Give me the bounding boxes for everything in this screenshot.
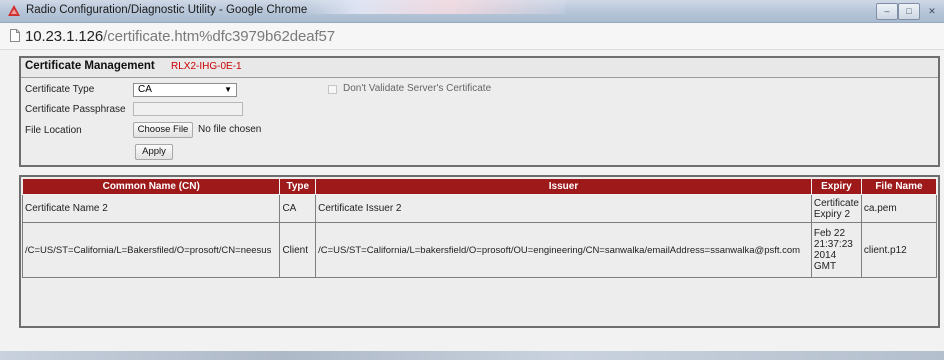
- column-header-file-name: File Name: [860, 178, 938, 195]
- column-header-issuer: Issuer: [315, 178, 812, 195]
- cell-expiry: Certificate Expiry 2: [810, 194, 862, 223]
- dont-validate-label: Don't Validate Server's Certificate: [343, 83, 492, 94]
- window-title: Radio Configuration/Diagnostic Utility -…: [26, 4, 308, 16]
- cell-issuer: /C=US/ST=California/L=bakersfield/O=pros…: [315, 222, 812, 278]
- cell-type: Client: [279, 222, 317, 278]
- cell-file-name: client.p12: [860, 222, 938, 278]
- file-location-label: File Location: [25, 125, 82, 136]
- prosoft-logo-icon: [8, 5, 20, 16]
- no-file-chosen-text: No file chosen: [198, 124, 262, 135]
- cell-type: CA: [279, 194, 317, 223]
- page-content: Certificate Management RLX2-IHG-0E-1 Cer…: [0, 50, 944, 360]
- certificate-type-select[interactable]: CA ▼: [133, 83, 237, 97]
- taskbar-strip: [0, 351, 944, 360]
- url-path: /certificate.htm%dfc3979b62deaf57: [103, 28, 336, 45]
- close-button[interactable]: ✕: [920, 3, 944, 20]
- address-bar[interactable]: 10.23.1.126/certificate.htm%dfc3979b62de…: [0, 23, 944, 50]
- chevron-down-icon: ▼: [224, 85, 232, 94]
- certificate-table-frame: Common Name (CN) Type Issuer Expiry File…: [19, 175, 940, 328]
- cell-issuer: Certificate Issuer 2: [315, 194, 812, 223]
- table-row[interactable]: Certificate Name 2 CA Certificate Issuer…: [21, 194, 938, 223]
- title-banner-graphic: [305, 0, 565, 14]
- panel-header: Certificate Management RLX2-IHG-0E-1: [21, 58, 938, 78]
- maximize-button[interactable]: □: [898, 3, 920, 20]
- cell-file-name: ca.pem: [860, 194, 938, 223]
- cell-expiry: Feb 22 21:37:23 2014 GMT: [810, 222, 862, 278]
- column-header-type: Type: [279, 178, 317, 195]
- choose-file-button[interactable]: Choose File: [133, 122, 193, 138]
- certificate-passphrase-input[interactable]: [133, 102, 243, 116]
- certificate-type-value: CA: [138, 84, 152, 95]
- minimize-button[interactable]: –: [876, 3, 898, 20]
- certificate-management-panel: Certificate Management RLX2-IHG-0E-1 Cer…: [19, 56, 940, 167]
- cell-common-name: /C=US/ST=California/L=Bakersfiled/O=pros…: [21, 222, 281, 278]
- certificate-passphrase-label: Certificate Passphrase: [25, 104, 126, 115]
- table-header-row: Common Name (CN) Type Issuer Expiry File…: [21, 178, 938, 195]
- cell-common-name: Certificate Name 2: [21, 194, 281, 223]
- page-icon: [10, 29, 20, 42]
- apply-button[interactable]: Apply: [135, 144, 173, 160]
- column-header-common-name: Common Name (CN): [21, 178, 281, 195]
- url-text[interactable]: 10.23.1.126/certificate.htm%dfc3979b62de…: [25, 28, 335, 45]
- column-header-expiry: Expiry: [810, 178, 862, 195]
- dont-validate-checkbox[interactable]: [328, 85, 337, 94]
- certificate-table: Common Name (CN) Type Issuer Expiry File…: [21, 178, 938, 278]
- window-title-bar: Radio Configuration/Diagnostic Utility -…: [0, 0, 944, 23]
- table-row[interactable]: /C=US/ST=California/L=Bakersfiled/O=pros…: [21, 222, 938, 278]
- panel-title: Certificate Management: [25, 60, 155, 72]
- certificate-type-label: Certificate Type: [25, 84, 95, 95]
- device-name: RLX2-IHG-0E-1: [171, 61, 242, 72]
- url-host: 10.23.1.126: [25, 28, 104, 45]
